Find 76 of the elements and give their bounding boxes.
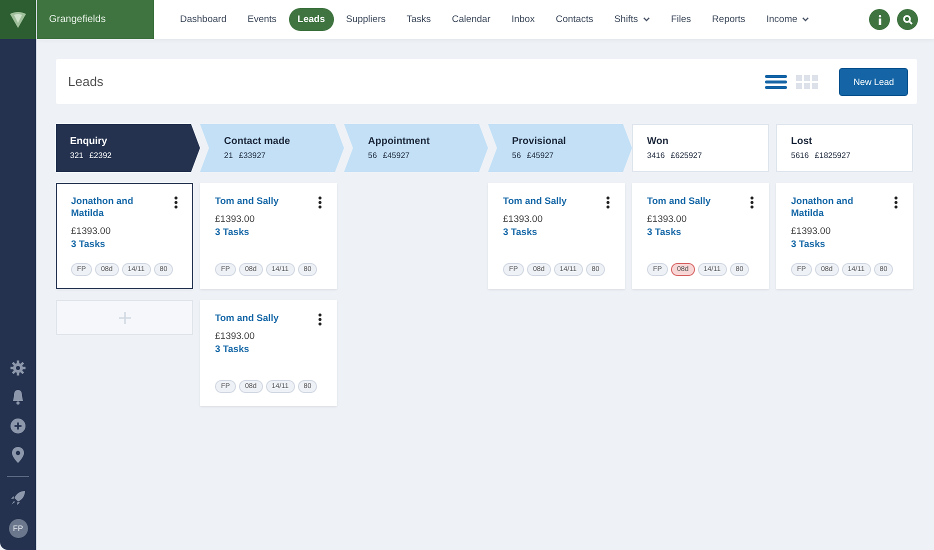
stage-amount: £33927 — [238, 151, 266, 160]
nav-item[interactable]: Income — [757, 8, 818, 31]
lead-price: £1393.00 — [791, 226, 832, 237]
tasks-link[interactable]: 3 Tasks — [71, 238, 178, 250]
lead-price: £1393.00 — [215, 331, 256, 342]
stage-amount: £45927 — [382, 151, 410, 160]
nav-item[interactable]: Dashboard — [171, 8, 236, 31]
new-lead-button[interactable]: New Lead — [839, 68, 908, 96]
nav-item[interactable]: Calendar — [442, 8, 500, 31]
more-options-icon[interactable] — [894, 196, 898, 209]
stage-count: 321 — [70, 151, 84, 160]
lead-price: £1393.00 — [503, 214, 544, 225]
rocket-icon[interactable] — [10, 490, 26, 506]
lead-name[interactable]: Jonathon and Matilda — [791, 196, 869, 221]
nav-item[interactable]: Contacts — [546, 8, 602, 31]
list-view-icon[interactable] — [765, 74, 788, 88]
nav-item[interactable]: Shifts — [605, 8, 659, 31]
stage-name: Appointment — [368, 136, 431, 147]
nav-item[interactable]: Reports — [703, 8, 754, 31]
tasks-link[interactable]: 3 Tasks — [503, 227, 610, 238]
nav-item[interactable]: Tasks — [398, 8, 440, 31]
stage-count: 56 — [368, 151, 377, 160]
stage-tab[interactable]: Contact made 21 £33927 — [200, 124, 344, 172]
stage-name: Contact made — [224, 136, 292, 147]
stage-tab[interactable]: Won 3416 £625927 — [632, 124, 769, 172]
search-icon — [902, 14, 912, 24]
stage-tab[interactable]: Lost 5616 £1825927 — [776, 124, 913, 172]
nav-item[interactable]: Inbox — [502, 8, 544, 31]
stage-amount: £625927 — [670, 151, 702, 160]
add-icon[interactable] — [10, 418, 26, 434]
more-options-icon[interactable] — [318, 313, 322, 326]
logo-icon — [8, 10, 28, 30]
more-options-icon[interactable] — [750, 196, 754, 209]
lead-price: £1393.00 — [647, 214, 688, 225]
stage-amount: £2392 — [89, 151, 112, 160]
info-button[interactable] — [869, 9, 890, 30]
stage-count: 21 — [224, 151, 233, 160]
tasks-link[interactable]: 3 Tasks — [791, 238, 898, 250]
brand-name[interactable]: Grangefields — [37, 0, 154, 39]
nav-item[interactable]: Events — [238, 8, 286, 31]
more-options-icon[interactable] — [174, 196, 178, 209]
more-options-icon[interactable] — [606, 196, 610, 209]
lead-name[interactable]: Tom and Sally — [215, 313, 293, 326]
nav-item[interactable]: Files — [662, 8, 700, 31]
stage-name: Provisional — [512, 136, 567, 147]
plus-icon — [118, 312, 130, 324]
tasks-link[interactable]: 3 Tasks — [647, 227, 754, 238]
search-button[interactable] — [897, 9, 918, 30]
stage-amount: £45927 — [526, 151, 554, 160]
lead-price: £1393.00 — [215, 214, 256, 225]
tasks-link[interactable]: 3 Tasks — [215, 344, 322, 355]
stage-tab[interactable]: Provisional 56 £45927 — [488, 124, 632, 172]
info-icon — [878, 14, 882, 24]
lead-name[interactable]: Tom and Sally — [503, 196, 581, 208]
nav-item[interactable]: Leads — [288, 8, 334, 31]
stage-count: 3416 — [647, 151, 665, 160]
stage-count: 56 — [512, 151, 521, 160]
nav-item[interactable]: Suppliers — [337, 8, 395, 31]
stage-amount: £1825927 — [814, 151, 850, 160]
stage-name: Enquiry — [70, 136, 108, 147]
location-pin-icon[interactable] — [11, 447, 25, 463]
tasks-link[interactable]: 3 Tasks — [215, 227, 322, 238]
stage-tab[interactable]: Appointment 56 £45927 — [344, 124, 488, 172]
stage-name: Lost — [791, 136, 814, 147]
lead-name[interactable]: Tom and Sally — [647, 196, 725, 208]
page-title: Leads — [68, 74, 104, 89]
stage-name: Won — [647, 136, 670, 147]
settings-icon[interactable] — [10, 360, 26, 376]
lead-name[interactable]: Tom and Sally — [215, 196, 293, 208]
lead-price: £1393.00 — [71, 226, 112, 237]
bell-icon[interactable] — [10, 389, 26, 405]
user-avatar[interactable]: FP — [8, 519, 28, 538]
lead-name[interactable]: Jonathon and Matilda — [71, 196, 149, 221]
stage-count: 5616 — [791, 151, 809, 160]
more-options-icon[interactable] — [318, 196, 322, 209]
stage-tab[interactable]: Enquiry 321 £2392 — [56, 124, 200, 172]
